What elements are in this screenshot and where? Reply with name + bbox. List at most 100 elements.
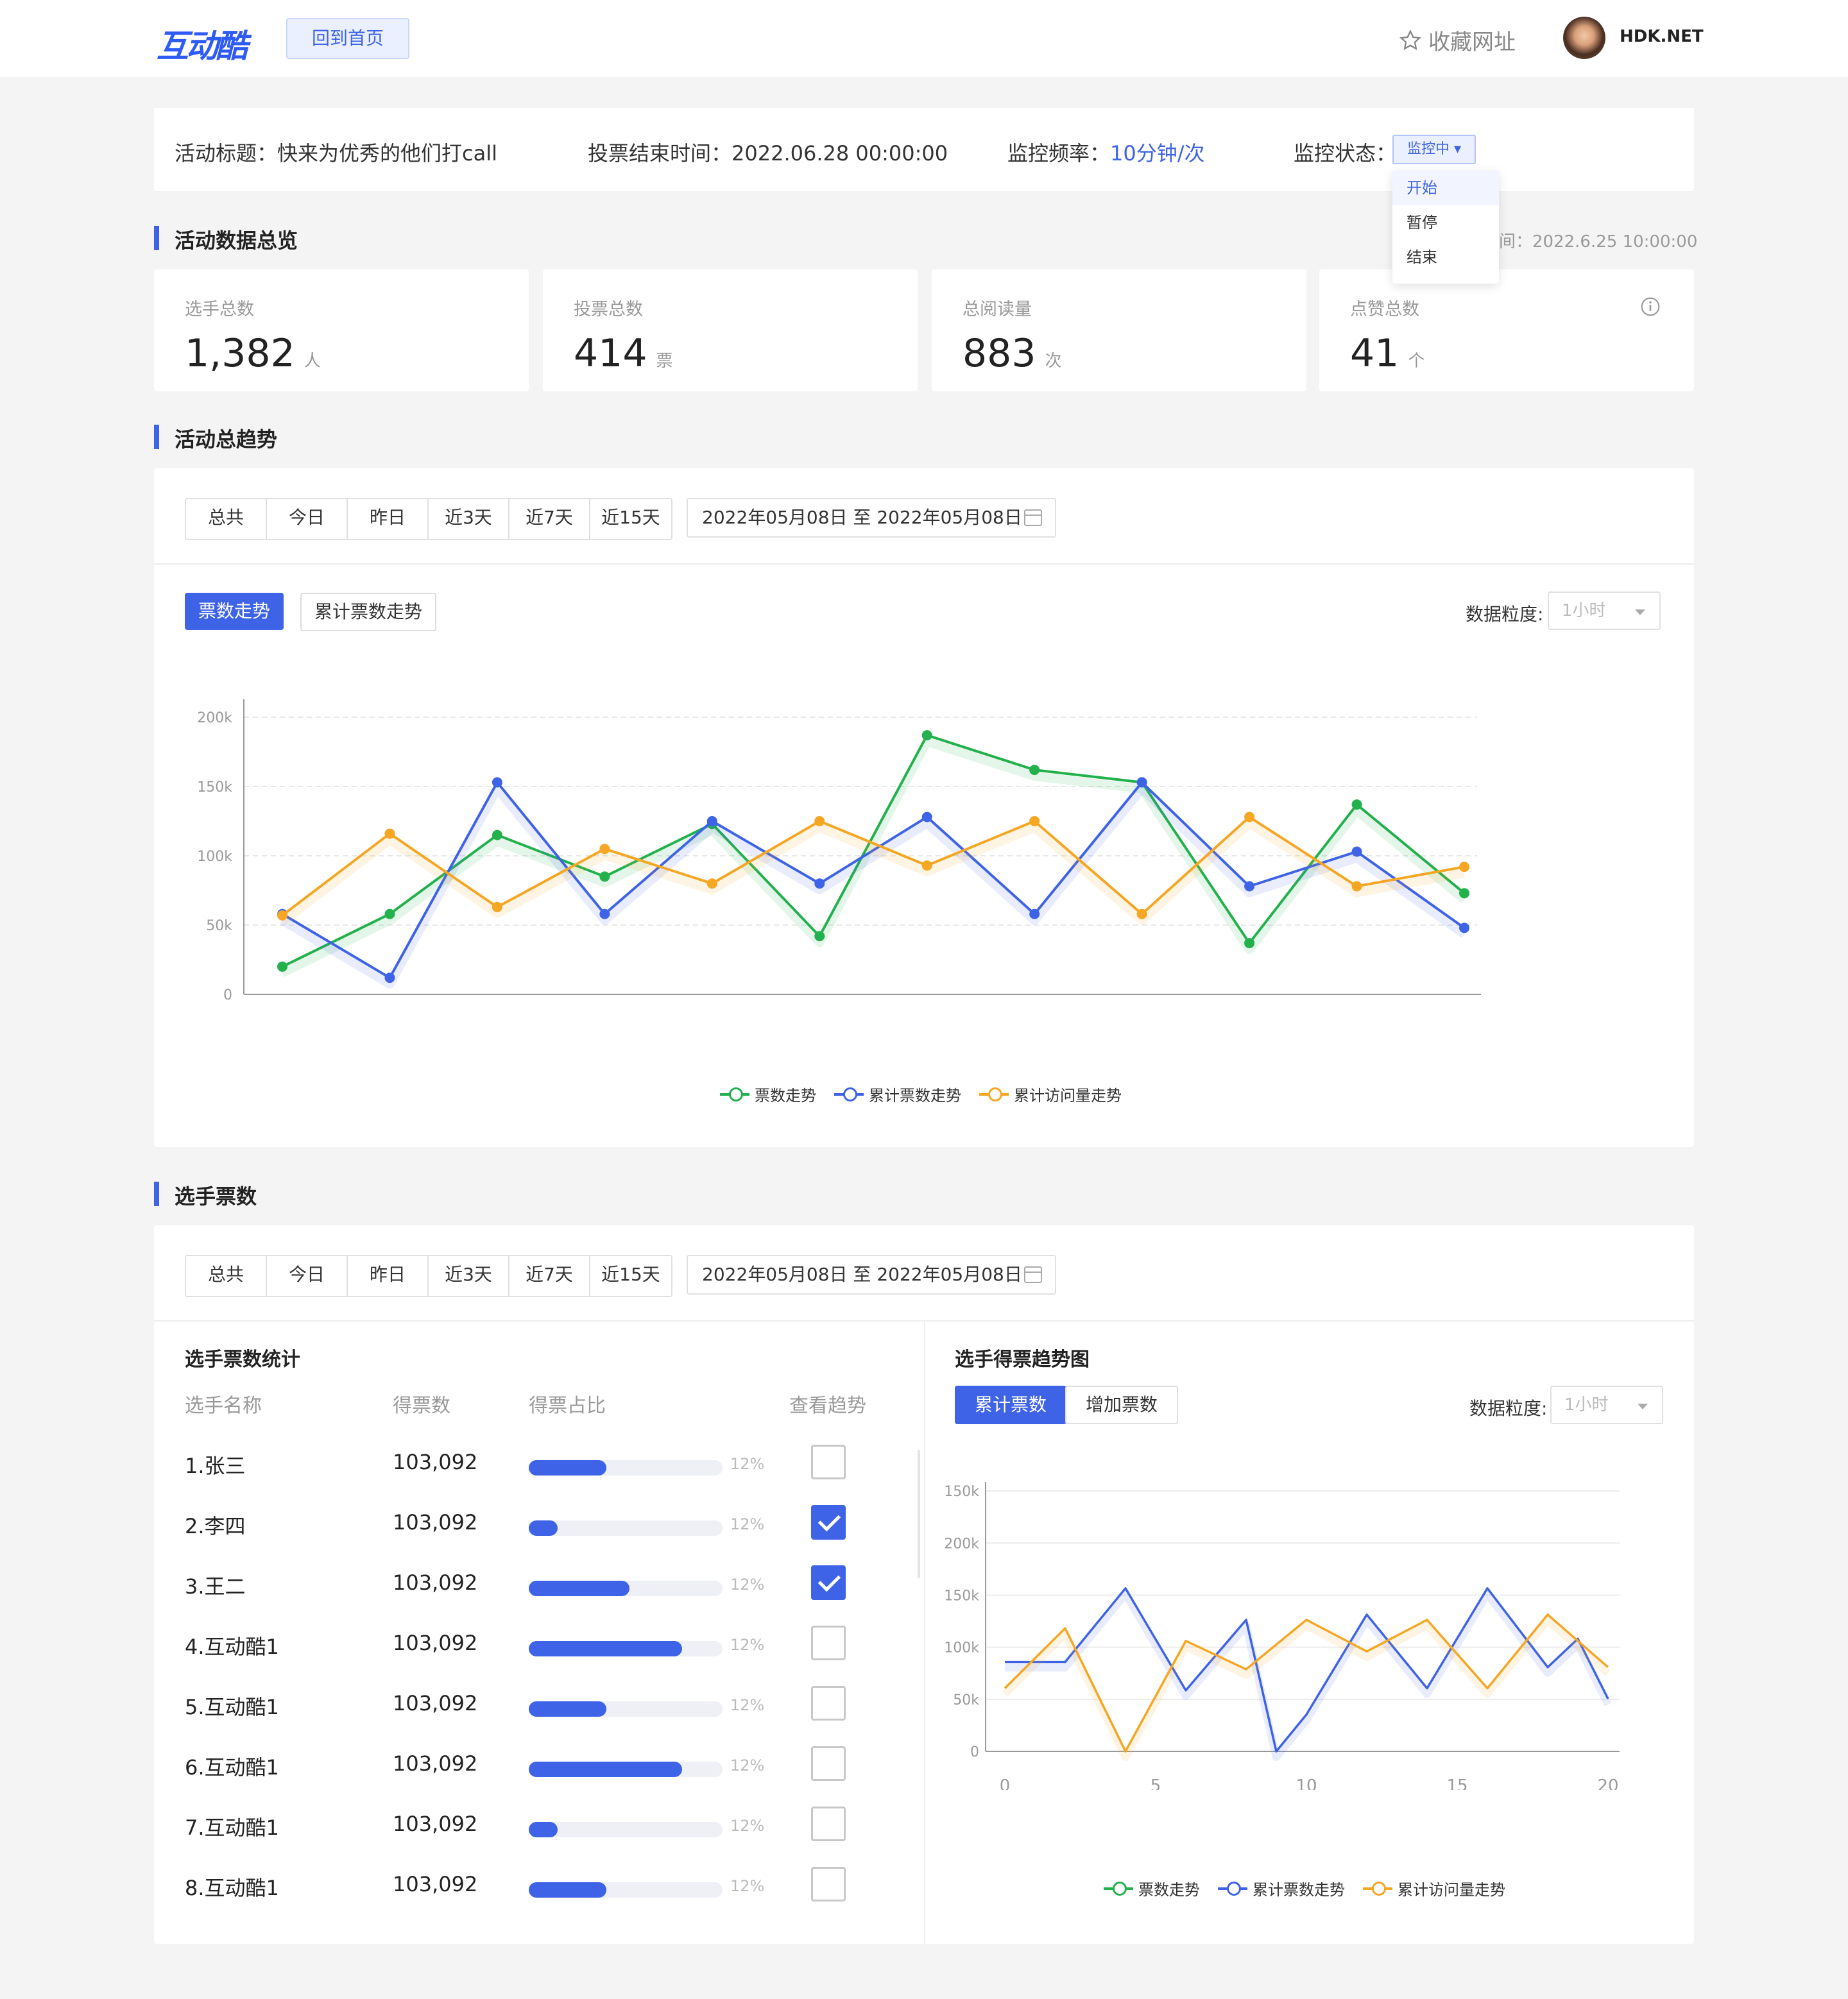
trend-checkbox[interactable]	[811, 1445, 846, 1479]
tab-cumulative-trend[interactable]: 累计票数走势	[300, 593, 436, 631]
legend-item-visits[interactable]: 累计访问量走势	[979, 1083, 1122, 1105]
range-yesterday[interactable]: 昨日	[348, 1256, 429, 1296]
monitor-frequency: 监控频率：10分钟/次	[1007, 137, 1205, 167]
data-point	[384, 828, 395, 839]
tab-added-votes[interactable]: 增加票数	[1065, 1386, 1178, 1424]
stat-number: 883	[963, 331, 1036, 376]
stat-label: 选手总数	[185, 300, 254, 319]
data-point	[384, 908, 395, 919]
col-header-trend: 查看趋势	[789, 1395, 866, 1417]
x-tick-label: 5	[1151, 1776, 1161, 1790]
player-votes: 103,092	[393, 1751, 478, 1776]
y-tick-label: 0	[970, 1744, 979, 1760]
status-value: 监控中	[1407, 141, 1450, 157]
range-15days[interactable]: 近15天	[590, 499, 671, 539]
data-point	[1029, 765, 1040, 776]
trend-checkbox[interactable]	[811, 1867, 846, 1901]
col-header-votes: 得票数	[393, 1395, 450, 1417]
range-3days[interactable]: 近3天	[429, 499, 509, 539]
data-point	[599, 871, 610, 882]
table-row: 2.李四 103,092 12%	[154, 1491, 924, 1551]
range-7days[interactable]: 近7天	[509, 499, 590, 539]
player-name: 8.互动酷1	[185, 1876, 279, 1900]
legend-label: 累计访问量走势	[1014, 1087, 1122, 1105]
range-today[interactable]: 今日	[267, 499, 348, 539]
stat-label: 点赞总数	[1350, 300, 1419, 319]
status-option-start[interactable]: 开始	[1392, 171, 1499, 205]
y-tick-label: 200k	[197, 710, 232, 726]
status-option-end[interactable]: 结束	[1392, 240, 1499, 275]
activity-title: 活动标题：快来为优秀的他们打call	[175, 137, 497, 167]
player-votes: 103,092	[393, 1812, 478, 1836]
data-point	[706, 878, 717, 889]
vote-share-percent: 12%	[730, 1696, 765, 1714]
username[interactable]: HDK.NET	[1620, 27, 1704, 46]
trend-checkbox[interactable]	[811, 1565, 846, 1600]
date-range-text: 2022年05月08日 至 2022年05月08日	[702, 507, 1022, 528]
range-15days[interactable]: 近15天	[590, 1256, 671, 1296]
granularity-select[interactable]: 1小时	[1550, 1386, 1663, 1424]
avatar[interactable]	[1563, 17, 1605, 59]
favorite-link[interactable]: 收藏网址	[1399, 24, 1516, 56]
legend-item-cumulative[interactable]: 累计票数走势	[834, 1083, 961, 1105]
vote-end-value: 2022.06.28 00:00:00	[732, 141, 948, 166]
range-3days[interactable]: 近3天	[429, 1256, 509, 1296]
tab-cumulative-votes[interactable]: 累计票数	[955, 1386, 1066, 1424]
data-point	[1029, 908, 1040, 919]
y-tick-label: 0	[223, 987, 232, 1003]
data-point	[921, 730, 932, 741]
frequency-label: 监控频率：	[1007, 141, 1111, 166]
granularity-select[interactable]: 1小时	[1548, 591, 1661, 630]
favorite-label: 收藏网址	[1428, 30, 1516, 55]
range-today[interactable]: 今日	[267, 1256, 348, 1296]
vote-share-bar	[529, 1762, 723, 1777]
trend-title: 活动总趋势	[175, 427, 278, 452]
trend-chart: 0 50k 100k 150k 200k 05-17 05-18 05-19 05-20 Mei J…	[197, 699, 1481, 1020]
x-tick-label: 05-18	[366, 1018, 415, 1020]
section-marker	[154, 425, 159, 449]
trend-checkbox[interactable]	[811, 1686, 846, 1721]
trend-checkbox[interactable]	[811, 1626, 846, 1660]
col-header-name: 选手名称	[185, 1395, 262, 1417]
stat-label: 总阅读量	[963, 300, 1032, 319]
trend-checkbox[interactable]	[811, 1746, 846, 1781]
frequency-value[interactable]: 10分钟/次	[1110, 141, 1205, 166]
stat-card-players: 选手总数 1,382 人	[154, 269, 529, 391]
trend-checkbox[interactable]	[811, 1505, 846, 1540]
date-range-picker[interactable]: 2022年05月08日 至 2022年05月08日	[687, 498, 1056, 538]
legend-item-visits[interactable]: 累计访问量走势	[1363, 1877, 1505, 1900]
date-range-picker[interactable]: 2022年05月08日 至 2022年05月08日	[687, 1255, 1056, 1295]
players-range-buttons: 总共 今日 昨日 近3天 近7天 近15天	[185, 1255, 672, 1297]
status-dropdown[interactable]: 监控中 ▾	[1392, 135, 1476, 164]
calendar-icon	[1024, 1266, 1042, 1283]
trend-range-buttons: 总共 今日 昨日 近3天 近7天 近15天	[185, 498, 672, 540]
x-tick-label: 15	[1446, 1776, 1467, 1790]
data-point	[1244, 812, 1255, 822]
tab-vote-trend[interactable]: 票数走势	[185, 593, 284, 630]
range-total[interactable]: 总共	[186, 1256, 267, 1296]
data-point	[814, 878, 825, 889]
range-total[interactable]: 总共	[186, 499, 267, 539]
home-button[interactable]: 回到首页	[286, 18, 409, 59]
legend-marker-icon	[720, 1087, 749, 1102]
section-marker	[154, 1182, 159, 1206]
range-yesterday[interactable]: 昨日	[348, 499, 429, 539]
data-point	[492, 901, 502, 912]
stat-unit: 个	[1408, 352, 1425, 371]
info-icon[interactable]	[1640, 296, 1661, 317]
status-option-pause[interactable]: 暂停	[1392, 205, 1499, 240]
x-tick-label: 0	[1000, 1776, 1011, 1790]
range-7days[interactable]: 近7天	[509, 1256, 590, 1296]
legend-item-vote[interactable]: 票数走势	[1104, 1877, 1200, 1900]
players-card: 总共 今日 昨日 近3天 近7天 近15天 2022年05月08日 至 2022…	[154, 1225, 1694, 1944]
stat-value: 1,382 人	[185, 331, 321, 376]
data-point	[277, 910, 287, 921]
trend-checkbox[interactable]	[811, 1807, 846, 1841]
stat-label: 投票总数	[574, 300, 643, 319]
table-row: 3.王二 103,092 12%	[154, 1551, 924, 1612]
data-point	[384, 973, 395, 983]
legend-item-cumulative[interactable]: 累计票数走势	[1218, 1877, 1345, 1900]
logo[interactable]: 互动酷	[157, 21, 248, 67]
legend-item-vote[interactable]: 票数走势	[720, 1083, 816, 1105]
legend-marker-icon	[1218, 1881, 1247, 1896]
